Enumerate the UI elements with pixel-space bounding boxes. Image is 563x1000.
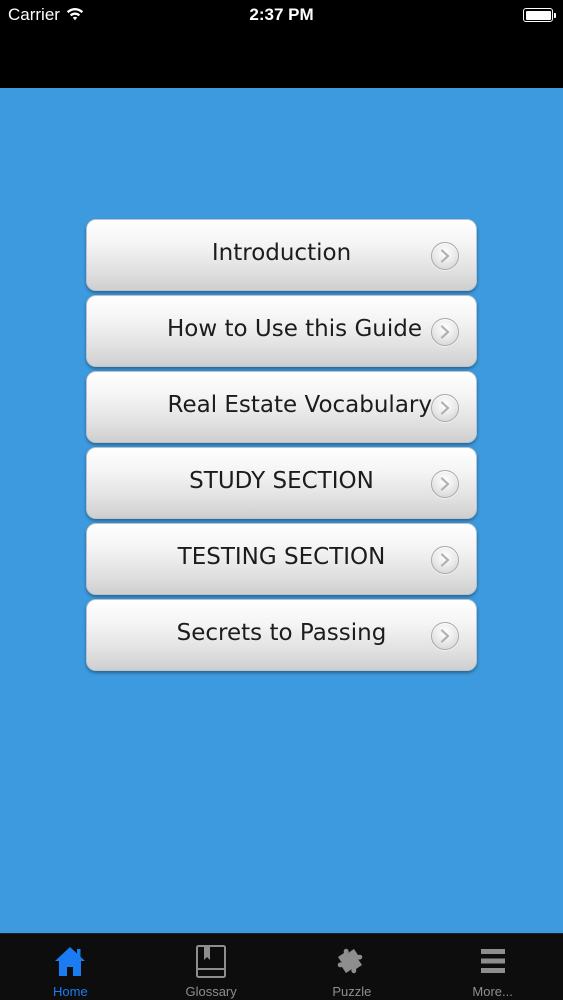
testing-section-button[interactable]: TESTING SECTION	[86, 523, 477, 595]
book-icon	[196, 945, 227, 978]
chevron-right-icon	[431, 622, 459, 650]
battery-icon	[523, 8, 556, 22]
menu-item-label: Introduction	[211, 240, 352, 266]
tab-label: Glossary	[185, 984, 237, 999]
menu-item-label: Real Estate Vocabulary	[167, 392, 433, 418]
study-section-button[interactable]: STUDY SECTION	[86, 447, 477, 519]
how-to-use-guide-button[interactable]: How to Use this Guide	[86, 295, 477, 367]
main-content: Introduction How to Use this Guide Real …	[0, 88, 563, 933]
tab-label: More...	[472, 984, 513, 999]
tab-home[interactable]: Home	[0, 934, 141, 1000]
status-bar: Carrier 2:37 PM	[0, 0, 563, 30]
puzzle-icon	[337, 948, 363, 974]
real-estate-vocabulary-button[interactable]: Real Estate Vocabulary	[86, 371, 477, 443]
more-icon	[480, 949, 505, 973]
menu-item-label: STUDY SECTION	[189, 468, 374, 494]
menu-item-label: TESTING SECTION	[177, 544, 386, 570]
menu-item-label: Secrets to Passing	[176, 620, 387, 646]
tab-bar: Home Glossary Puzzle More...	[0, 933, 563, 1000]
tab-label: Home	[53, 984, 88, 999]
chevron-right-icon	[431, 470, 459, 498]
chevron-right-icon	[431, 394, 459, 422]
tab-more[interactable]: More...	[422, 934, 563, 1000]
menu-item-label: How to Use this Guide	[167, 316, 422, 342]
main-menu: Introduction How to Use this Guide Real …	[86, 219, 477, 675]
chevron-right-icon	[431, 242, 459, 270]
navigation-bar	[0, 30, 563, 88]
chevron-right-icon	[431, 318, 459, 346]
tab-glossary[interactable]: Glossary	[141, 934, 282, 1000]
chevron-right-icon	[431, 546, 459, 574]
introduction-button[interactable]: Introduction	[86, 219, 477, 291]
secrets-to-passing-button[interactable]: Secrets to Passing	[86, 599, 477, 671]
status-time: 2:37 PM	[249, 5, 314, 24]
tab-label: Puzzle	[332, 984, 372, 999]
home-icon	[55, 947, 86, 976]
tab-puzzle[interactable]: Puzzle	[282, 934, 423, 1000]
